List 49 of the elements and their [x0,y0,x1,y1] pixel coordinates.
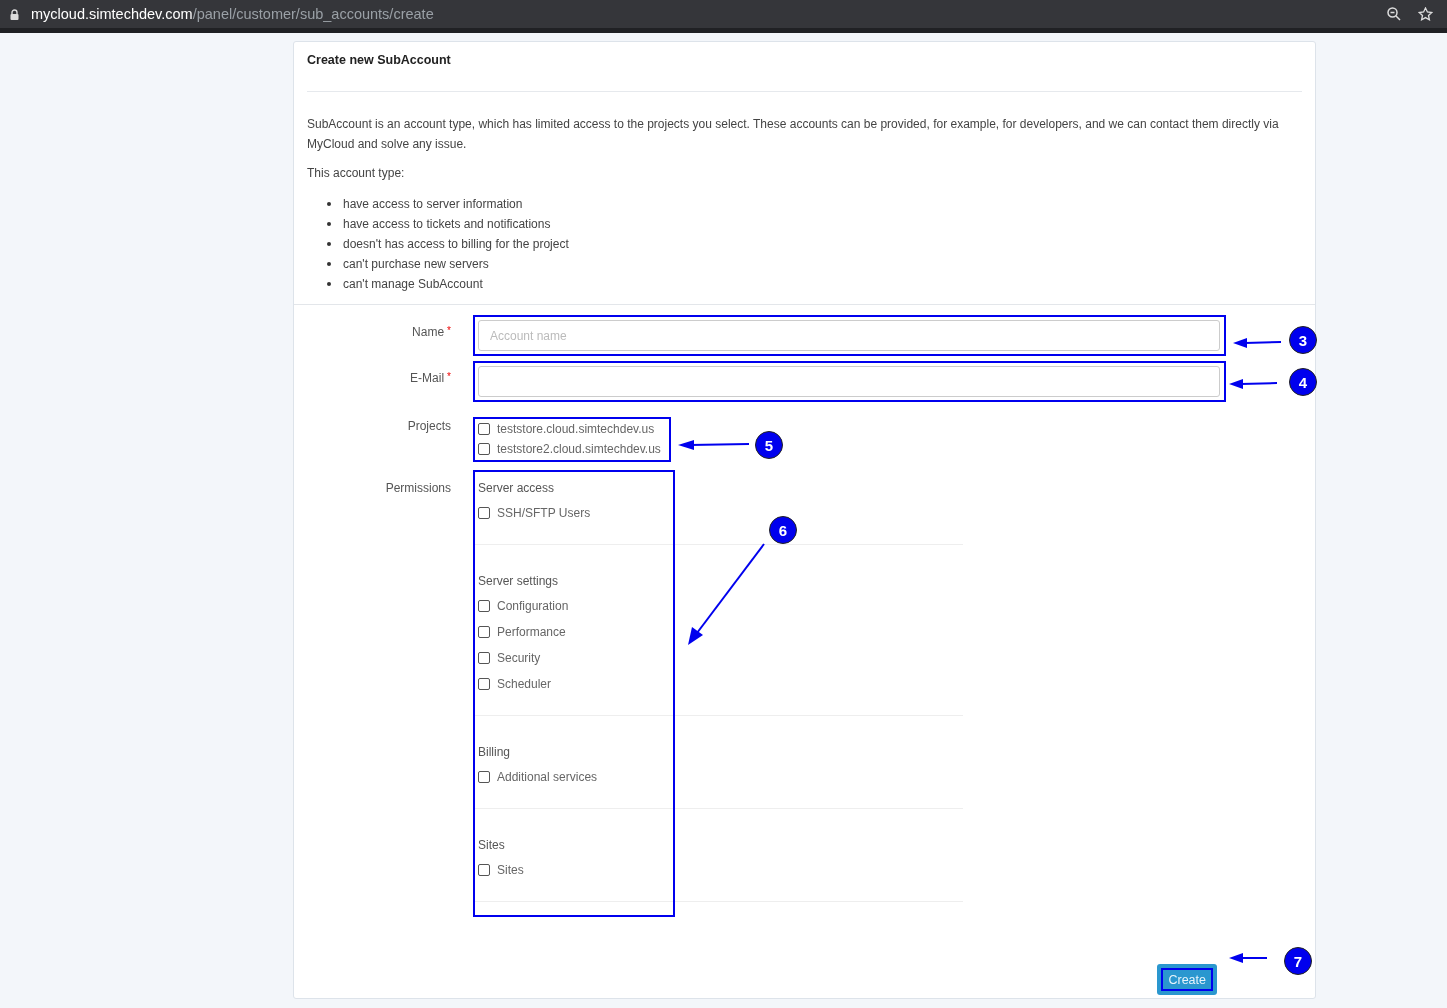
feature-item: doesn't has access to billing for the project [343,236,569,253]
lock-icon [10,8,19,20]
permission-option[interactable]: Scheduler [497,677,552,691]
permission-option[interactable]: Security [497,651,541,665]
feature-item: have access to tickets and notifications [343,216,551,233]
zoom-icon[interactable] [1387,7,1401,21]
feature-item: can't manage SubAccount [343,276,483,293]
name-field[interactable]: Account name [478,320,1220,351]
number-badge: 7 [1284,947,1312,975]
section-heading: Server access [478,481,556,497]
arrow [1233,336,1283,350]
number-badge: 4 [1289,368,1317,396]
permission-option[interactable]: Configuration [497,599,569,613]
number-badge: 6 [769,516,797,544]
checkbox[interactable] [478,423,490,435]
list-intro: This account type: [307,165,406,182]
required-mark: * [447,325,451,336]
number-badge: 3 [1289,326,1317,354]
project-option[interactable]: teststore.cloud.simtechdev.us [497,422,655,436]
permission-option[interactable]: Additional services [497,770,598,784]
field-label: Name [412,325,445,339]
star-icon[interactable] [1418,7,1433,21]
arrow [1229,377,1279,391]
checkbox[interactable] [478,600,490,612]
checkbox[interactable] [478,626,490,638]
checkbox[interactable] [478,652,490,664]
checkbox[interactable] [478,443,490,455]
feature-item: can't purchase new servers [343,256,489,273]
section-heading: Sites [478,838,506,854]
description: SubAccount is an account type, which has limited access to the projects you select. These accounts can be provided, for example, for developers, and we can contact them directly via MyCloud and solve any issue. [307,116,1280,153]
checkbox[interactable] [478,678,490,690]
field-label: Permissions [385,481,451,495]
permission-option[interactable]: SSH/SFTP Users [497,506,591,520]
project-option[interactable]: teststore2.cloud.simtechdev.us [497,442,661,456]
required-mark: * [447,371,451,382]
checkbox[interactable] [478,771,490,783]
feature-item: have access to server information [343,196,523,213]
number-badge: 5 [755,431,783,459]
email-field[interactable] [478,366,1220,397]
field-label: E-Mail [410,371,445,385]
section-heading: Billing [478,745,511,761]
section-heading: Server settings [478,574,560,590]
arrow [1229,951,1269,965]
permission-option[interactable]: Sites [497,863,524,877]
checkbox[interactable] [478,864,490,876]
checkbox[interactable] [478,507,490,519]
card-title: Create new SubAccount [307,53,451,67]
field-label: Projects [407,419,451,433]
permission-option[interactable]: Performance [497,625,566,639]
